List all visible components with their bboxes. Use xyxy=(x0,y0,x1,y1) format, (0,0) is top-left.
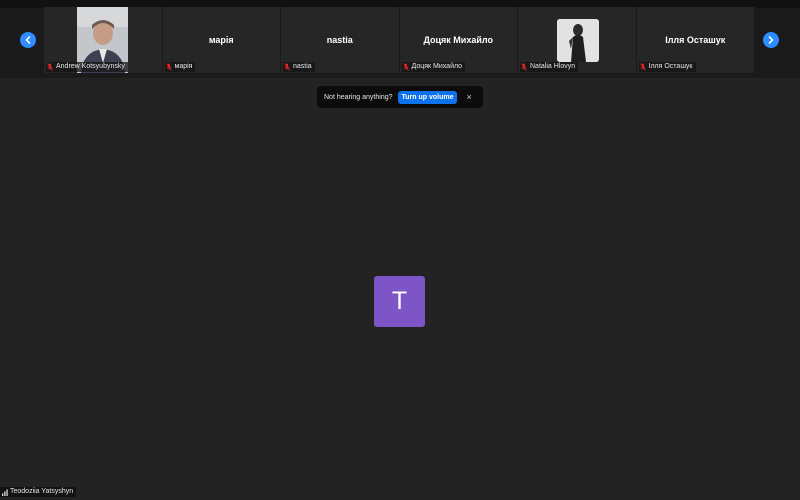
participant-label: Natalia Hlovyn xyxy=(520,62,579,72)
person-photo-icon xyxy=(557,19,599,62)
participant-label: Доцяк Михайло xyxy=(401,62,466,72)
participant-name-display: Ілля Осташук xyxy=(665,35,726,45)
participant-label: Andrew Kotsyubynsky xyxy=(46,62,128,72)
participant-label: nastia xyxy=(283,62,315,72)
close-icon[interactable]: × xyxy=(466,92,471,102)
mic-muted-icon xyxy=(47,63,53,71)
participant-label: Ілля Осташук xyxy=(638,62,696,72)
meeting-window: Andrew Kotsyubynsky марія марія nastia n… xyxy=(0,0,800,500)
participant-tile[interactable]: Andrew Kotsyubynsky xyxy=(44,7,163,73)
participant-tile[interactable]: nastia nastia xyxy=(281,7,400,73)
participant-name-display: марія xyxy=(208,35,234,45)
participant-tile[interactable]: марія марія xyxy=(162,7,281,73)
mic-muted-icon xyxy=(165,63,172,71)
participant-tile[interactable]: Доцяк Михайло Доцяк Михайло xyxy=(399,7,518,73)
speaker-name: Teodoziia Yatsyshyn xyxy=(10,488,74,495)
participant-label-text: Доцяк Михайло xyxy=(411,63,463,70)
mic-muted-icon xyxy=(639,63,646,71)
next-page-button[interactable] xyxy=(763,32,779,48)
participant-label-text: Ілля Осташук xyxy=(648,63,693,70)
participant-label-text: Natalia Hlovyn xyxy=(530,63,576,70)
participant-label: марія xyxy=(164,62,196,72)
chevron-right-icon xyxy=(768,36,774,44)
participant-tile[interactable]: Natalia Hlovyn xyxy=(518,7,637,73)
mic-muted-icon xyxy=(284,63,290,71)
turn-up-volume-button[interactable]: Turn up volume xyxy=(397,90,458,104)
participant-name-display: nastia xyxy=(326,35,353,45)
speaker-name-label: Teodoziia Yatsyshyn xyxy=(0,487,77,497)
participant-label-text: Andrew Kotsyubynsky xyxy=(56,63,125,70)
participant-label-text: марія xyxy=(174,63,193,70)
participant-tile[interactable]: Ілля Осташук Ілля Осташук xyxy=(636,7,755,73)
participant-name-display: Доцяк Михайло xyxy=(423,35,493,45)
speaker-avatar: T xyxy=(374,276,425,327)
mic-muted-icon xyxy=(521,63,527,71)
audio-notification: Not hearing anything? Turn up volume × xyxy=(317,86,483,108)
participant-tiles: Andrew Kotsyubynsky марія марія nastia n… xyxy=(44,7,755,73)
signal-strength-icon xyxy=(2,489,8,496)
participant-label-text: nastia xyxy=(293,63,312,70)
participant-video xyxy=(557,19,599,62)
chevron-left-icon xyxy=(25,36,31,44)
gallery-strip: Andrew Kotsyubynsky марія марія nastia n… xyxy=(0,0,800,78)
notification-message: Not hearing anything? xyxy=(324,93,393,101)
mic-muted-icon xyxy=(402,63,409,71)
previous-page-button[interactable] xyxy=(20,32,36,48)
